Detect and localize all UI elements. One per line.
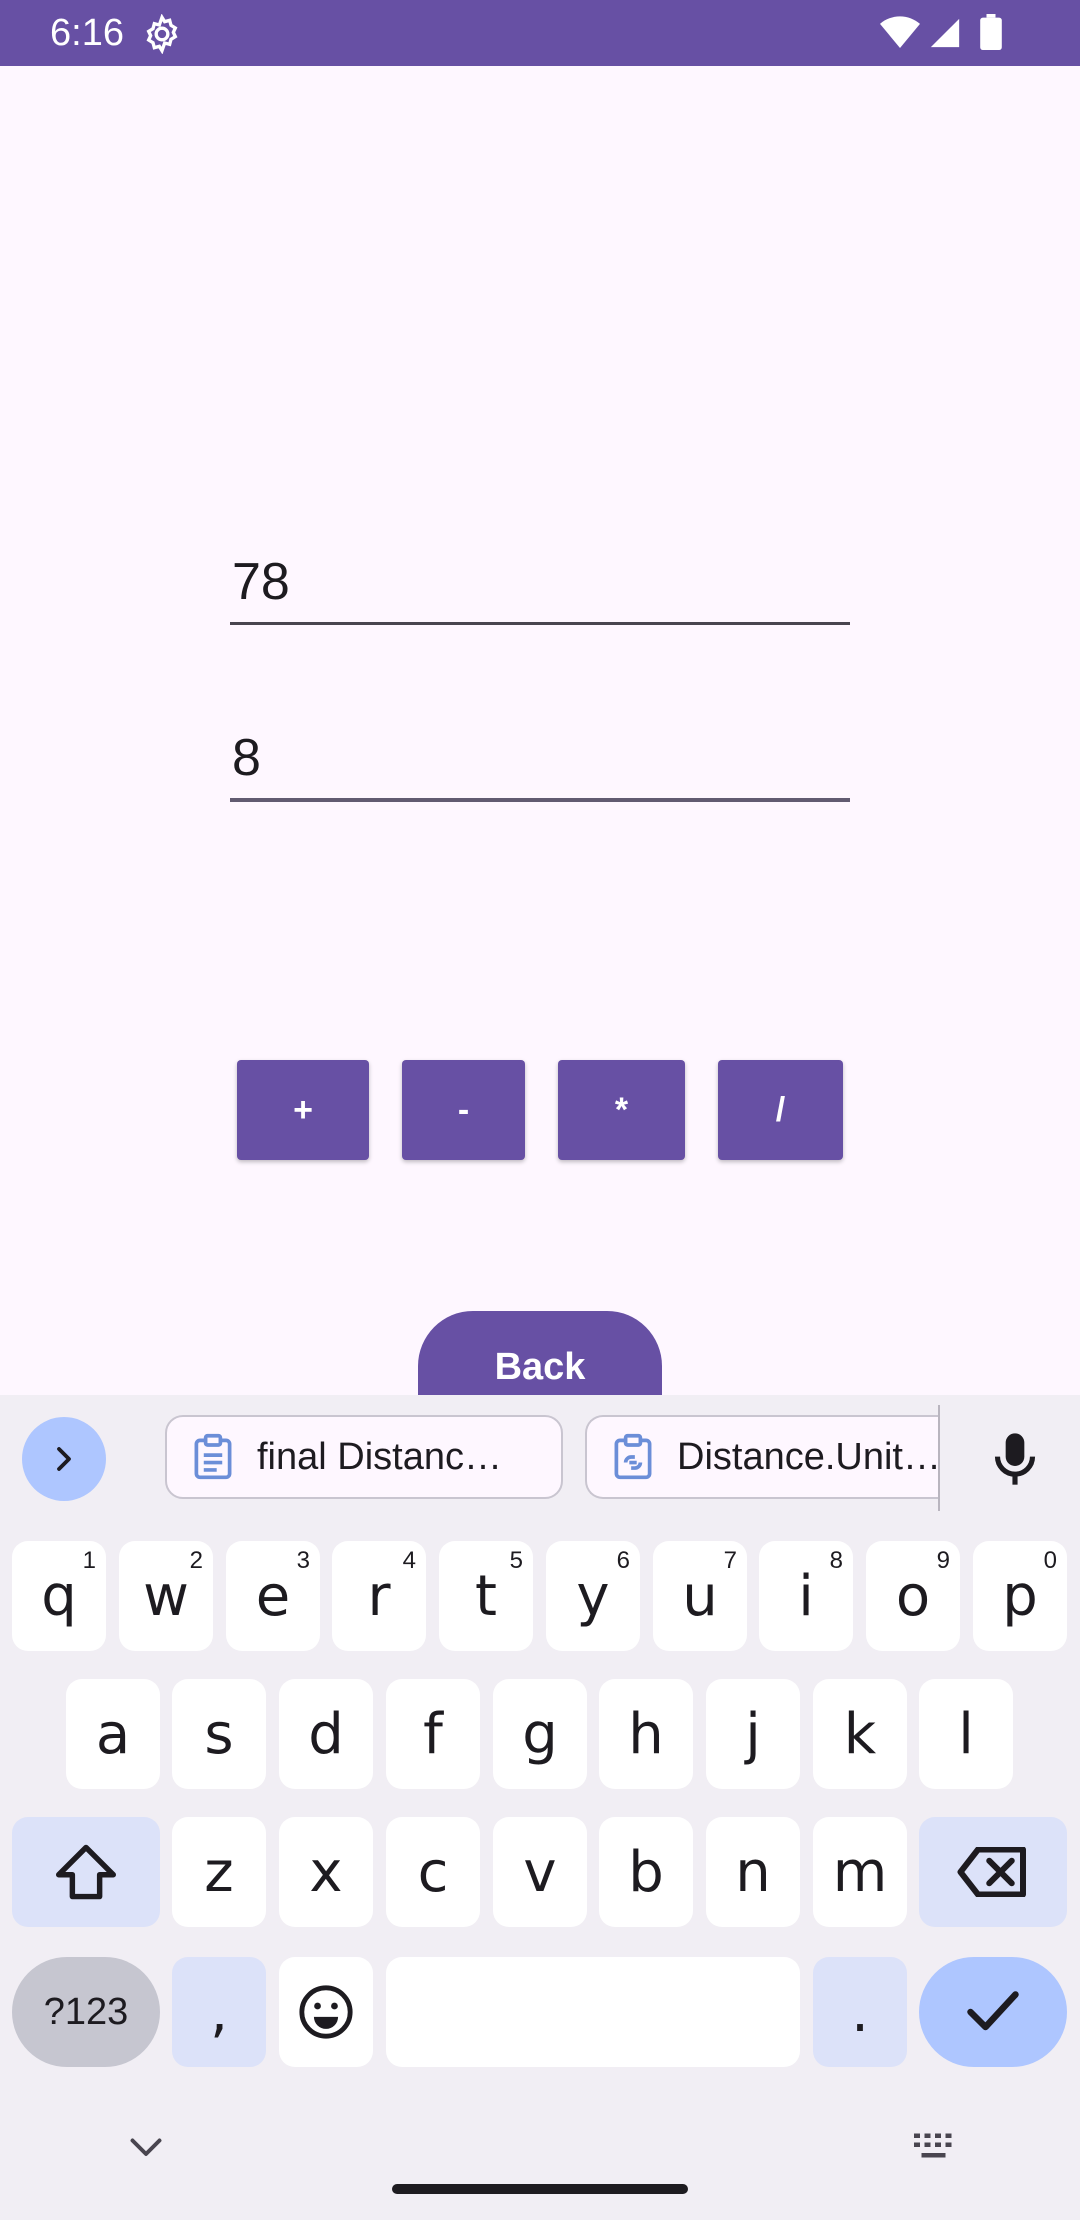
key-i[interactable]: i8 <box>759 1541 853 1651</box>
key-f[interactable]: f <box>386 1679 480 1789</box>
home-gesture-bar[interactable] <box>392 2184 688 2194</box>
key-z[interactable]: z <box>172 1817 266 1927</box>
add-button[interactable]: + <box>237 1060 369 1160</box>
second-number-field[interactable]: 8 <box>230 718 850 802</box>
key-w-label: w <box>143 1563 189 1629</box>
keyboard-suggestion-strip: final Distanc… Distance.Unit… <box>0 1395 1080 1515</box>
clipboard-suggestion-chip-1[interactable]: final Distanc… <box>165 1415 563 1499</box>
key-i-hint: 8 <box>829 1547 843 1574</box>
key-r-hint: 4 <box>402 1547 416 1574</box>
key-u[interactable]: u7 <box>653 1541 747 1651</box>
space-key[interactable] <box>386 1957 800 2067</box>
comma-key[interactable]: , <box>172 1957 266 2067</box>
shift-arrow-icon <box>56 1844 116 1900</box>
key-o-label: o <box>895 1563 931 1629</box>
key-o[interactable]: o9 <box>866 1541 960 1651</box>
key-t-label: t <box>475 1563 497 1629</box>
multiply-button[interactable]: * <box>558 1060 685 1160</box>
key-c[interactable]: c <box>386 1817 480 1927</box>
key-e-label: e <box>255 1563 291 1629</box>
clipboard-link-icon <box>614 1433 652 1480</box>
key-t[interactable]: t5 <box>439 1541 533 1651</box>
key-o-hint: 9 <box>936 1547 950 1574</box>
chip-1-text: final Distanc… <box>257 1435 502 1478</box>
key-d[interactable]: d <box>279 1679 373 1789</box>
key-w[interactable]: w2 <box>119 1541 213 1651</box>
chevron-right-icon <box>57 1447 71 1471</box>
back-button-label: Back <box>494 1346 586 1388</box>
key-p[interactable]: p0 <box>973 1541 1067 1651</box>
key-a[interactable]: a <box>66 1679 160 1789</box>
enter-check-key[interactable] <box>919 1957 1067 2067</box>
subtract-button[interactable]: - <box>402 1060 525 1160</box>
key-i-label: i <box>798 1563 814 1629</box>
emoji-key[interactable] <box>279 1957 373 2067</box>
first-number-field[interactable]: 78 <box>230 542 850 625</box>
key-b[interactable]: b <box>599 1817 693 1927</box>
key-x[interactable]: x <box>279 1817 373 1927</box>
key-r[interactable]: r4 <box>332 1541 426 1651</box>
backspace-icon <box>957 1847 1026 1897</box>
cell-signal-icon <box>930 18 960 48</box>
key-q-hint: 1 <box>82 1547 96 1574</box>
key-e-hint: 3 <box>296 1547 310 1574</box>
first-number-value: 78 <box>232 553 290 611</box>
hide-keyboard-chevron-icon[interactable] <box>128 2136 164 2160</box>
second-number-value: 8 <box>232 729 261 787</box>
chip-2-text: Distance.Unit… <box>677 1435 940 1478</box>
settings-gear-icon <box>146 14 178 54</box>
microphone-icon[interactable] <box>990 1431 1040 1487</box>
key-s[interactable]: s <box>172 1679 266 1789</box>
key-p-hint: 0 <box>1043 1547 1057 1574</box>
key-r-label: r <box>367 1563 391 1629</box>
key-m[interactable]: m <box>813 1817 907 1927</box>
key-u-label: u <box>682 1563 718 1629</box>
key-h[interactable]: h <box>599 1679 693 1789</box>
key-y[interactable]: y6 <box>546 1541 640 1651</box>
backspace-key[interactable] <box>919 1817 1067 1927</box>
keyboard-switch-icon[interactable] <box>912 2132 958 2162</box>
symbols-key[interactable]: ?123 <box>12 1957 160 2067</box>
divide-button[interactable]: / <box>718 1060 843 1160</box>
key-e[interactable]: e3 <box>226 1541 320 1651</box>
key-l[interactable]: l <box>919 1679 1013 1789</box>
key-j[interactable]: j <box>706 1679 800 1789</box>
key-g[interactable]: g <box>493 1679 587 1789</box>
soft-keyboard: final Distanc… Distance.Unit… q1 w2 e3 r… <box>0 1395 1080 2220</box>
key-t-hint: 5 <box>509 1547 523 1574</box>
key-v[interactable]: v <box>493 1817 587 1927</box>
key-w-hint: 2 <box>189 1547 203 1574</box>
period-key[interactable]: . <box>813 1957 907 2067</box>
key-y-hint: 6 <box>616 1547 630 1574</box>
clipboard-suggestion-chip-2[interactable]: Distance.Unit… <box>585 1415 940 1499</box>
key-y-label: y <box>576 1563 610 1629</box>
status-bar: 6:16 <box>0 0 1080 66</box>
emoji-icon <box>299 1985 353 2039</box>
key-p-label: p <box>1002 1563 1038 1629</box>
wifi-icon <box>880 16 920 48</box>
keyboard-expand-button[interactable] <box>22 1417 106 1501</box>
key-u-hint: 7 <box>723 1547 737 1574</box>
chip-strip-divider <box>938 1405 940 1511</box>
shift-key[interactable] <box>12 1817 160 1927</box>
key-q[interactable]: q1 <box>12 1541 106 1651</box>
clipboard-icon <box>194 1433 232 1480</box>
key-n[interactable]: n <box>706 1817 800 1927</box>
status-time: 6:16 <box>50 12 124 54</box>
key-q-label: q <box>41 1563 77 1629</box>
battery-icon <box>980 14 1002 50</box>
checkmark-icon <box>967 1991 1019 2031</box>
key-k[interactable]: k <box>813 1679 907 1789</box>
